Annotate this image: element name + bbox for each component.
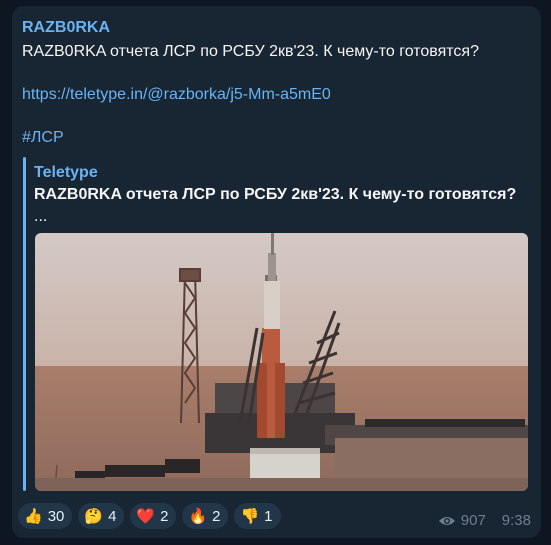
reaction-thumbs-down[interactable]: 👎 1: [234, 503, 281, 529]
thumbs-up-icon: 👍: [24, 507, 43, 525]
preview-description: ...: [34, 208, 48, 225]
reactions-bar: 👍 30 🤔 4 ❤️ 2 🔥 2 👎 1: [18, 503, 281, 529]
reaction-thumbs-up[interactable]: 👍 30: [18, 503, 73, 529]
rocket-launch-photo: [35, 233, 528, 491]
channel-name[interactable]: RAZB0RKA: [22, 19, 110, 37]
fire-icon: 🔥: [188, 507, 208, 525]
reaction-heart[interactable]: ❤️ 2: [130, 503, 177, 529]
preview-accent-bar: [23, 157, 26, 491]
preview-site-name: Teletype: [34, 164, 98, 181]
reaction-fire[interactable]: 🔥 2: [182, 503, 229, 529]
thinking-face-icon: 🤔: [84, 507, 104, 525]
heart-icon: ❤️: [136, 507, 156, 525]
message-link[interactable]: https://teletype.in/@razborka/j5-Mm-a5mE…: [22, 86, 331, 104]
link-preview[interactable]: Teletype RAZB0RKA отчета ЛСР по РСБУ 2кв…: [23, 157, 528, 491]
reaction-count: 30: [47, 507, 65, 525]
message-text: RAZB0RKA отчета ЛСР по РСБУ 2кв'23. К че…: [22, 43, 479, 60]
reaction-count: 1: [264, 507, 273, 525]
hashtag-link[interactable]: #ЛСР: [22, 129, 64, 147]
reaction-count: 4: [108, 507, 117, 525]
thumbs-down-icon: 👎: [240, 507, 260, 525]
eye-icon: [438, 516, 455, 525]
reaction-count: 2: [212, 507, 221, 525]
preview-image[interactable]: [35, 233, 528, 491]
view-count: 907: [460, 512, 486, 529]
reaction-count: 2: [160, 507, 169, 525]
reaction-thinking[interactable]: 🤔 4: [78, 503, 125, 529]
message-time: 9:38: [501, 512, 531, 529]
preview-title: RAZB0RKA отчета ЛСР по РСБУ 2кв'23. К че…: [34, 186, 517, 203]
message-meta: 907 9:38: [438, 512, 531, 529]
